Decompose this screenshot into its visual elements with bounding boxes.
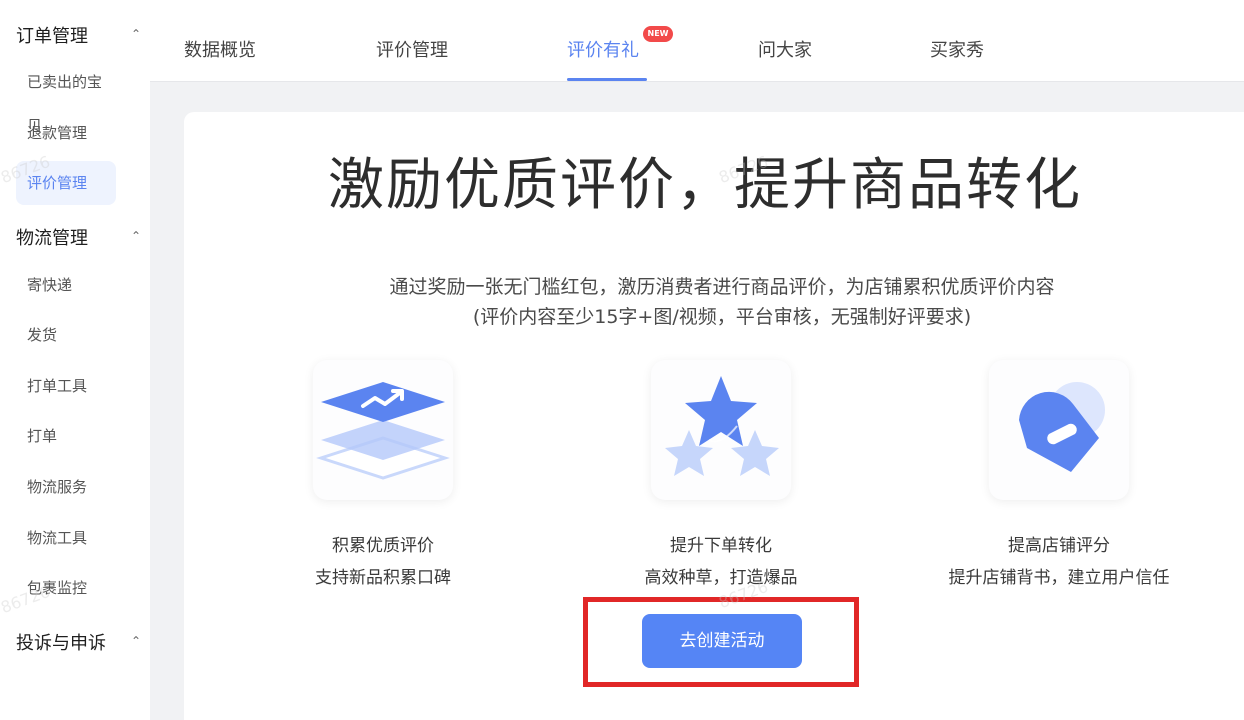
tab-data-overview[interactable]: 数据概览 xyxy=(184,36,256,62)
tab-ask-everyone[interactable]: 问大家 xyxy=(758,36,812,62)
feature-text-rating: 提高店铺评分 提升店铺背书，建立用户信任 xyxy=(929,530,1189,594)
feature-title: 提升下单转化 xyxy=(670,536,772,556)
sidebar-item-label: 退款管理 xyxy=(27,124,88,142)
sidebar-item-logistics-tools[interactable]: 物流工具 xyxy=(16,516,116,560)
sidebar-item-sold[interactable]: 已卖出的宝贝 xyxy=(16,60,116,135)
sidebar-item-print[interactable]: 打单 xyxy=(16,414,116,458)
feature-text-conversion: 提升下单转化 高效种草，打造爆品 xyxy=(591,530,851,594)
chevron-up-icon: ⌃ xyxy=(130,229,141,243)
active-tab-indicator xyxy=(567,78,647,81)
feature-desc: 高效种草，打造爆品 xyxy=(644,568,798,588)
subtitle-line-2: (评价内容至少15字+图/视频，平台审核，无强制好评要求) xyxy=(472,306,972,328)
tab-review-management[interactable]: 评价管理 xyxy=(376,36,448,62)
feature-card-rating xyxy=(989,360,1129,500)
sidebar-item-ship[interactable]: 发货 xyxy=(16,313,116,357)
sidebar-group-logistics[interactable]: 物流管理 ⌃ xyxy=(16,224,141,250)
new-badge: NEW xyxy=(643,26,673,42)
feature-text-accumulate: 积累优质评价 支持新品积累口碑 xyxy=(253,530,513,594)
sidebar-item-label: 物流工具 xyxy=(27,529,88,547)
feature-desc: 提升店铺背书，建立用户信任 xyxy=(948,568,1170,588)
chevron-up-icon: ⌃ xyxy=(130,27,141,41)
sidebar-item-label: 评价管理 xyxy=(27,174,88,192)
sidebar-group-order[interactable]: 订单管理 ⌃ xyxy=(16,22,141,48)
sidebar-item-label: 寄快递 xyxy=(27,276,73,294)
sidebar: 订单管理 ⌃ 已卖出的宝贝 退款管理 评价管理 物流管理 ⌃ 寄快递 发货 打单… xyxy=(0,0,150,720)
feature-card-accumulate xyxy=(313,360,453,500)
page-subtitle: 通过奖励一张无门槛红包，激历消费者进行商品评价，为店铺累积优质评价内容 (评价内… xyxy=(200,272,1244,332)
page-title: 激励优质评价，提升商品转化 xyxy=(328,153,1082,218)
feature-desc: 支持新品积累口碑 xyxy=(315,568,451,588)
sidebar-item-label: 打单 xyxy=(27,427,58,445)
feature-title: 提高店铺评分 xyxy=(1008,536,1110,556)
feature-card-conversion xyxy=(651,360,791,500)
shield-icon xyxy=(1019,382,1105,472)
tab-bar xyxy=(150,0,1244,82)
tab-review-rewards[interactable]: 评价有礼 xyxy=(567,36,639,62)
tab-buyer-show[interactable]: 买家秀 xyxy=(930,36,984,62)
sidebar-item-print-tools[interactable]: 打单工具 xyxy=(16,364,116,408)
sidebar-group-complaints[interactable]: 投诉与申诉 ⌃ xyxy=(16,629,141,655)
sidebar-group-label: 物流管理 xyxy=(16,228,88,249)
growth-layers-icon xyxy=(316,382,450,480)
feature-title: 积累优质评价 xyxy=(332,536,434,556)
sidebar-item-label: 打单工具 xyxy=(27,377,88,395)
sidebar-item-refund[interactable]: 退款管理 xyxy=(16,111,116,155)
sidebar-item-label: 物流服务 xyxy=(27,478,88,496)
sidebar-group-label: 投诉与申诉 xyxy=(16,633,106,654)
chevron-up-icon: ⌃ xyxy=(130,634,141,648)
sidebar-item-express[interactable]: 寄快递 xyxy=(16,263,116,307)
sidebar-group-label: 订单管理 xyxy=(16,26,88,47)
sidebar-item-logistics-service[interactable]: 物流服务 xyxy=(16,465,116,509)
create-campaign-button[interactable]: 去创建活动 xyxy=(642,614,802,668)
star-icon xyxy=(665,376,779,476)
subtitle-line-1: 通过奖励一张无门槛红包，激历消费者进行商品评价，为店铺累积优质评价内容 xyxy=(389,276,1055,298)
sidebar-item-label: 发货 xyxy=(27,326,58,344)
